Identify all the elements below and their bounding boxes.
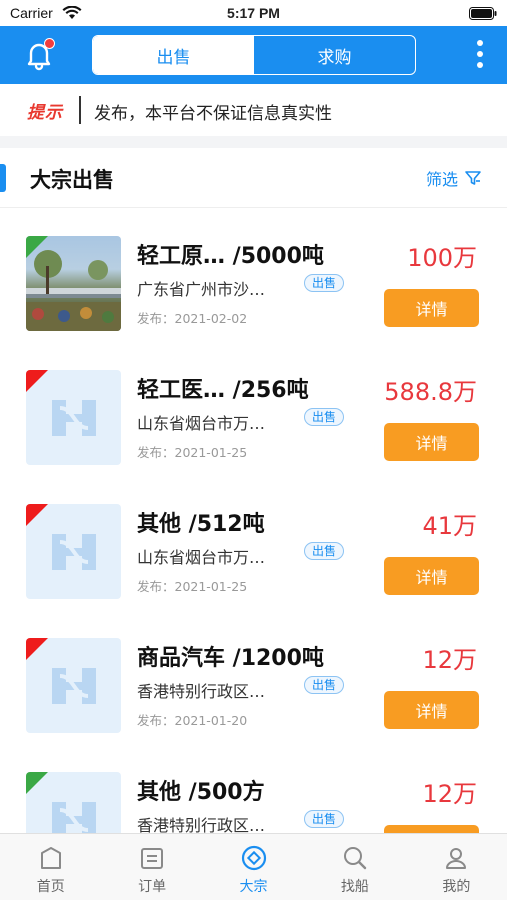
listing-date: 发布：2021-02-02 [137, 311, 248, 326]
detail-button[interactable]: 详情 [384, 825, 479, 833]
listing-title: 商品汽车 /1200吨 [137, 646, 324, 671]
placeholder-logo-icon [52, 534, 96, 570]
profile-icon [446, 848, 467, 869]
tab-label: 订单 [138, 879, 167, 895]
listing-title: 其他 /512吨 [137, 512, 265, 537]
listing-type-tag: 出售 [304, 542, 345, 560]
segment-sell[interactable]: 出售 [93, 36, 254, 74]
tab-orders[interactable]: 订单 [101, 834, 202, 900]
listing-type-tag: 出售 [304, 676, 345, 694]
listing-date: 发布：2021-01-25 [137, 445, 248, 460]
listing-price: 100万 [407, 244, 477, 272]
status-bar: Carrier 5:17 PM [0, 0, 507, 26]
tab-profile[interactable]: 我的 [406, 834, 507, 900]
tab-label: 我的 [442, 879, 471, 895]
section-title: 大宗出售 [30, 168, 114, 192]
list-item[interactable]: 轻工原… /5000吨 广东省广州市沙… 出售 发布：2021-02-02 10… [0, 208, 507, 342]
listing-title: 轻工原… /5000吨 [137, 244, 324, 269]
listing-address: 广东省广州市沙… [137, 280, 266, 299]
battery-icon [469, 7, 497, 20]
tab-bulk[interactable]: 大宗 [203, 834, 304, 900]
detail-button[interactable]: 详情 [384, 557, 479, 595]
listing-corner-badge [26, 236, 48, 258]
segment-buy[interactable]: 求购 [254, 36, 415, 74]
listing-corner-badge [26, 370, 48, 392]
listing-image [26, 504, 121, 599]
listing-title: 轻工医… /256吨 [137, 378, 309, 403]
listing-list: 轻工原… /5000吨 广东省广州市沙… 出售 发布：2021-02-02 10… [0, 208, 507, 833]
more-icon[interactable] [474, 40, 486, 72]
listing-type-tag: 出售 [304, 810, 345, 828]
listing-corner-badge [26, 504, 48, 526]
tab-label: 大宗 [239, 879, 268, 895]
home-icon [40, 847, 61, 869]
listing-image [26, 370, 121, 465]
list-item[interactable]: 其他 /512吨 山东省烟台市万… 出售 发布：2021-01-25 41万 详… [0, 476, 507, 610]
listing-image [26, 236, 121, 331]
listing-corner-badge [26, 638, 48, 660]
section-gap [0, 136, 507, 148]
list-item[interactable]: 其他 /500方 香港特别行政区… 出售 12万 详情 [0, 744, 507, 833]
filter-label: 筛选 [426, 170, 459, 189]
tab-bar: 首页 订单 大宗 找船 我的 [0, 833, 507, 900]
nav-bar: 出售 求购 [0, 26, 507, 84]
listing-date: 发布：2021-01-25 [137, 579, 248, 594]
notice-text: 发布，本平台不保证信息真实性 [94, 104, 332, 124]
section-accent-bar [0, 164, 6, 192]
listing-price: 12万 [422, 646, 477, 674]
listing-address: 山东省烟台市万… [137, 548, 266, 567]
placeholder-logo-icon [52, 400, 96, 436]
tab-find-ship[interactable]: 找船 [304, 834, 405, 900]
listing-price: 41万 [422, 512, 477, 540]
section-header: 大宗出售 筛选 [0, 148, 507, 208]
list-item[interactable]: 轻工医… /256吨 山东省烟台市万… 出售 发布：2021-01-25 588… [0, 342, 507, 476]
bulk-icon [241, 845, 266, 871]
filter-button[interactable]: 筛选 [426, 166, 482, 190]
placeholder-logo-icon [52, 668, 96, 704]
detail-button[interactable]: 详情 [384, 691, 479, 729]
notification-button[interactable] [22, 38, 56, 72]
order-icon [141, 848, 164, 869]
listing-date: 发布：2021-01-20 [137, 713, 248, 728]
tab-label: 找船 [340, 879, 369, 895]
listing-type-tag: 出售 [304, 408, 345, 426]
listing-type-tag: 出售 [304, 274, 345, 292]
detail-button[interactable]: 详情 [384, 289, 479, 327]
notice-bar: 提示 发布，本平台不保证信息真实性 [0, 84, 507, 136]
listing-title: 其他 /500方 [137, 780, 265, 805]
listing-corner-badge [26, 772, 48, 794]
listing-image [26, 638, 121, 733]
listing-price: 588.8万 [384, 378, 477, 406]
listing-address: 香港特别行政区… [137, 682, 266, 701]
tab-home[interactable]: 首页 [0, 834, 101, 900]
detail-button[interactable]: 详情 [384, 423, 479, 461]
listing-image [26, 772, 121, 833]
segment-control: 出售 求购 [92, 35, 416, 75]
notice-tag: 提示 [27, 103, 63, 123]
list-item[interactable]: 商品汽车 /1200吨 香港特别行政区… 出售 发布：2021-01-20 12… [0, 610, 507, 744]
notification-badge [44, 38, 55, 49]
tab-label: 首页 [36, 879, 65, 895]
listing-address: 山东省烟台市万… [137, 414, 266, 433]
status-time: 5:17 PM [227, 5, 280, 21]
filter-icon [465, 171, 481, 185]
search-ship-icon [343, 847, 367, 870]
listing-price: 12万 [422, 780, 477, 808]
placeholder-logo-icon [52, 802, 96, 833]
listing-address: 香港特别行政区… [137, 816, 266, 833]
notice-divider [79, 96, 81, 124]
